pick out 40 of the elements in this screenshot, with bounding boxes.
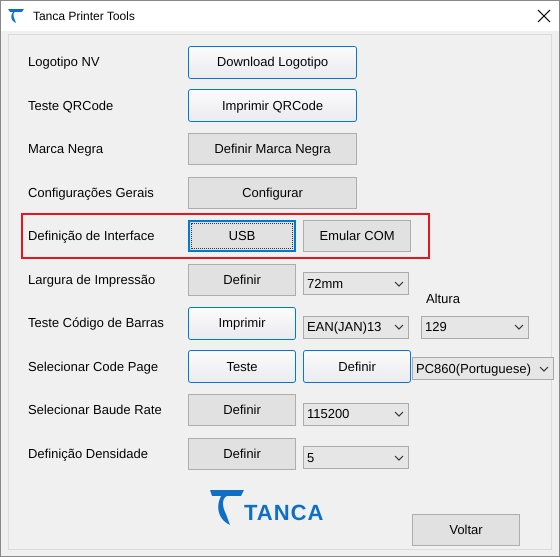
field-label: Marca Negra — [28, 140, 104, 158]
field-label: Definição de Interface — [28, 227, 156, 246]
dropdown[interactable]: 5 — [303, 446, 409, 469]
back-button[interactable]: Voltar — [412, 514, 520, 546]
action-button[interactable]: Definir — [188, 438, 296, 470]
logo-wordmark: TANCA — [244, 502, 324, 524]
close-icon[interactable] — [537, 9, 551, 23]
chevron-down-icon — [394, 324, 404, 330]
action-button[interactable]: Definir — [188, 394, 296, 426]
field-label: Teste Código de Barras — [28, 314, 165, 332]
dropdown[interactable]: 115200 — [303, 402, 409, 426]
action-button[interactable]: Definir — [303, 350, 411, 383]
chevron-down-icon — [514, 324, 524, 330]
action-button[interactable]: Download Logotipo — [188, 46, 357, 78]
field-label: Selecionar Code Page — [28, 358, 160, 376]
action-button[interactable]: Definir Marca Negra — [188, 133, 357, 165]
action-button[interactable]: Emular COM — [303, 220, 411, 252]
field-label: Selecionar Baude Rate — [28, 401, 163, 420]
field-label: Logotipo NV — [28, 53, 101, 72]
chevron-down-icon — [539, 366, 549, 372]
field-label: Largura de Impressão — [28, 270, 156, 289]
action-button[interactable]: USB — [188, 220, 296, 252]
action-button[interactable]: Definir — [188, 264, 296, 296]
chevron-down-icon — [394, 411, 404, 417]
action-button[interactable]: Configurar — [188, 176, 357, 208]
chevron-down-icon — [394, 454, 404, 460]
field-label: Altura — [426, 290, 460, 308]
action-button[interactable]: Teste — [188, 350, 296, 383]
field-label: Configurações Gerais — [28, 184, 155, 202]
action-button[interactable]: Imprimir QRCode — [188, 89, 357, 122]
window-title: Tanca Printer Tools — [33, 8, 136, 25]
field-label: Definição Densidade — [28, 444, 149, 463]
chevron-down-icon — [394, 280, 404, 286]
logo-swirl-icon — [210, 488, 246, 526]
dropdown[interactable]: PC860(Portuguese) — [412, 357, 554, 380]
app-logo-icon — [7, 6, 27, 26]
dropdown[interactable]: 72mm — [303, 272, 409, 295]
field-label: Teste QRCode — [28, 96, 114, 115]
dropdown[interactable]: EAN(JAN)13 — [303, 316, 409, 338]
action-button[interactable]: Imprimir — [188, 306, 296, 340]
